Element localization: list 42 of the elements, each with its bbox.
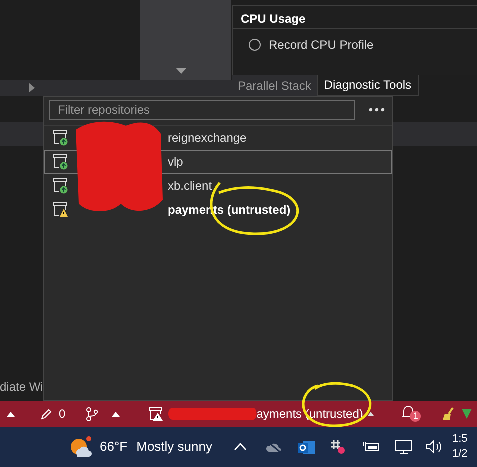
option-label: Record CPU Profile bbox=[269, 37, 374, 54]
up-arrow-icon[interactable] bbox=[112, 412, 120, 416]
branch-icon[interactable] bbox=[86, 406, 98, 422]
bell-icon bbox=[402, 405, 416, 419]
window-tab-label: diate Wi bbox=[0, 379, 44, 396]
more-icon[interactable] bbox=[369, 108, 385, 112]
radio-button[interactable] bbox=[249, 39, 261, 51]
brush-icon[interactable] bbox=[442, 407, 456, 421]
filter-field[interactable]: Filter repositories bbox=[49, 100, 355, 120]
chevron-up-icon[interactable] bbox=[234, 443, 248, 451]
chat-app-icon[interactable] bbox=[330, 439, 346, 455]
repository-item[interactable]: reignexchange bbox=[44, 126, 392, 150]
panel-title: CPU Usage bbox=[233, 6, 477, 29]
repository-name: vlp bbox=[168, 154, 184, 171]
notification-badge: 1 bbox=[410, 411, 422, 422]
panel-tab[interactable]: Diagnostic Tools bbox=[317, 75, 419, 96]
down-arrow-icon[interactable] bbox=[176, 68, 187, 75]
clock-date[interactable]: 1/2 bbox=[452, 447, 468, 462]
temperature[interactable]: 66°F bbox=[100, 437, 128, 457]
battery-icon[interactable] bbox=[363, 441, 382, 453]
weather-icon[interactable] bbox=[69, 436, 93, 458]
volume-icon[interactable] bbox=[426, 440, 442, 454]
mail-app-icon[interactable] bbox=[298, 440, 316, 454]
repository-icon bbox=[53, 130, 69, 146]
repository-warning-icon[interactable] bbox=[148, 407, 163, 421]
panel-tab[interactable]: Parallel Stack bbox=[232, 75, 318, 96]
repository-icon bbox=[53, 154, 69, 170]
repository-icon bbox=[53, 178, 69, 194]
network-icon[interactable] bbox=[395, 440, 414, 454]
repository-icon bbox=[53, 202, 69, 218]
repository-name: xb.client bbox=[168, 178, 212, 195]
pending-count[interactable]: 0 bbox=[59, 405, 66, 423]
notification-bell[interactable]: 1 bbox=[402, 405, 420, 423]
expand-arrow-icon[interactable] bbox=[29, 83, 35, 93]
weather-summary[interactable]: Mostly sunny bbox=[136, 437, 212, 457]
clock-time[interactable]: 1:5 bbox=[452, 432, 468, 447]
up-arrow-icon[interactable] bbox=[368, 412, 374, 416]
repository-name: reignexchange bbox=[168, 130, 247, 147]
pencil-icon[interactable] bbox=[41, 408, 53, 420]
up-arrow-icon[interactable] bbox=[7, 412, 15, 416]
repository-item[interactable]: xb.client bbox=[44, 174, 392, 198]
cloud-off-icon[interactable] bbox=[266, 441, 282, 453]
